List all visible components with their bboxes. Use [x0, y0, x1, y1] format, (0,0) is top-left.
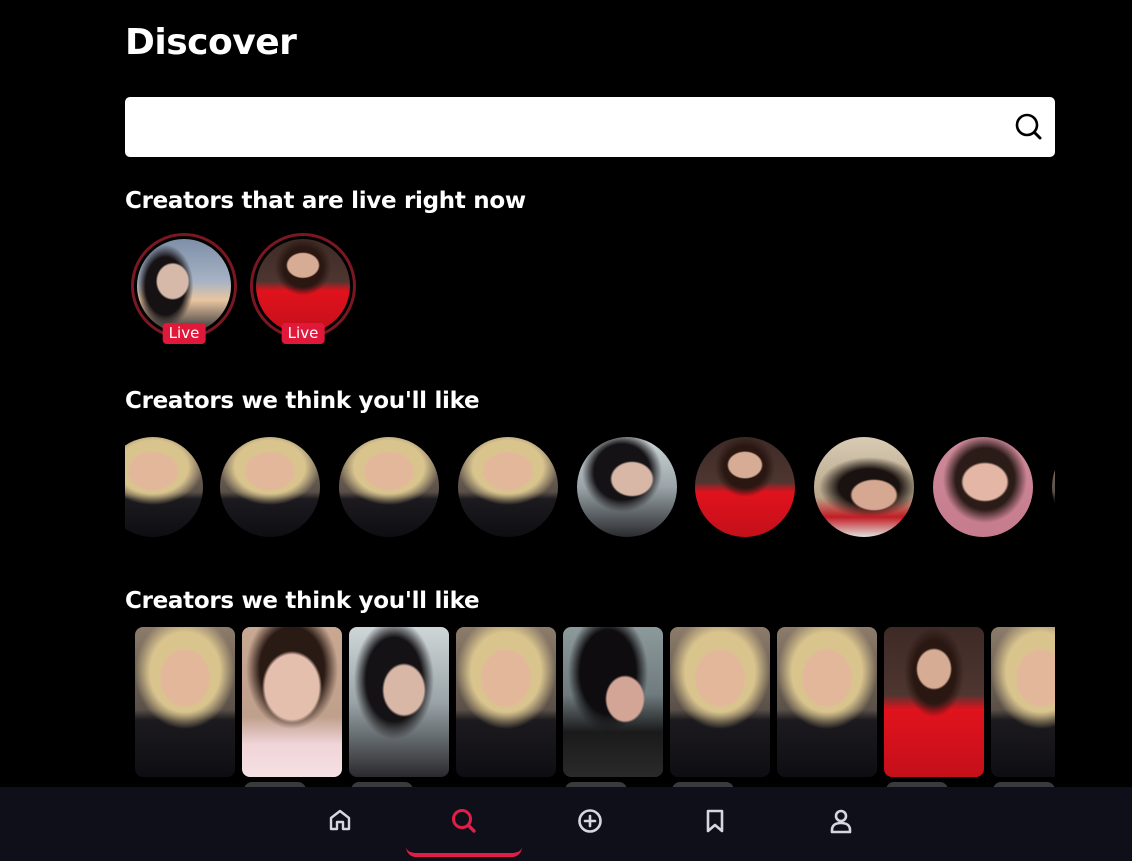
creator-card[interactable] — [777, 627, 877, 777]
creator-card[interactable] — [242, 627, 342, 777]
nav-profile[interactable] — [796, 787, 886, 857]
search-icon — [452, 809, 476, 833]
search-icon[interactable] — [1013, 111, 1045, 143]
home-icon — [329, 809, 351, 831]
creator-photo — [256, 239, 350, 333]
creator-card[interactable] — [349, 627, 449, 777]
creator-avatar[interactable] — [220, 437, 320, 537]
live-section-title: Creators that are live right now — [125, 188, 526, 214]
creator-avatar[interactable] — [695, 437, 795, 537]
creator-card[interactable] — [670, 627, 770, 777]
creator-avatar[interactable] — [339, 437, 439, 537]
recommended-creators-row[interactable] — [125, 437, 1055, 537]
live-creators-row: Live Live — [131, 233, 371, 348]
creator-avatar[interactable] — [458, 437, 558, 537]
live-creator-avatar[interactable]: Live — [250, 233, 356, 344]
creator-photo — [137, 239, 231, 333]
bottom-nav — [0, 787, 1132, 861]
search-input[interactable] — [125, 97, 995, 157]
creator-card[interactable] — [135, 627, 235, 777]
creator-card[interactable] — [563, 627, 663, 777]
search-bar[interactable] — [125, 97, 1055, 157]
creator-avatar[interactable] — [933, 437, 1033, 537]
creator-avatar[interactable] — [814, 437, 914, 537]
page-title: Discover — [125, 22, 297, 63]
recommended-section-title: Creators we think you'll like — [125, 388, 480, 414]
creator-avatar[interactable] — [125, 437, 203, 537]
creator-card[interactable] — [991, 627, 1055, 777]
live-badge: Live — [281, 323, 325, 344]
plus-circle-icon — [578, 809, 602, 833]
creator-avatar[interactable] — [577, 437, 677, 537]
creator-card[interactable] — [456, 627, 556, 777]
bookmark-icon — [706, 809, 724, 833]
nav-create[interactable] — [545, 787, 635, 857]
featured-section-title: Creators we think you'll like — [125, 588, 480, 614]
live-badge: Live — [162, 323, 206, 344]
active-tab-indicator — [406, 847, 522, 857]
nav-home[interactable] — [295, 787, 385, 857]
live-creator-avatar[interactable]: Live — [131, 233, 237, 344]
nav-saved[interactable] — [670, 787, 760, 857]
user-icon — [830, 809, 852, 834]
featured-creators-row[interactable] — [125, 627, 1055, 787]
creator-card[interactable] — [884, 627, 984, 777]
creator-avatar[interactable] — [1052, 437, 1055, 537]
